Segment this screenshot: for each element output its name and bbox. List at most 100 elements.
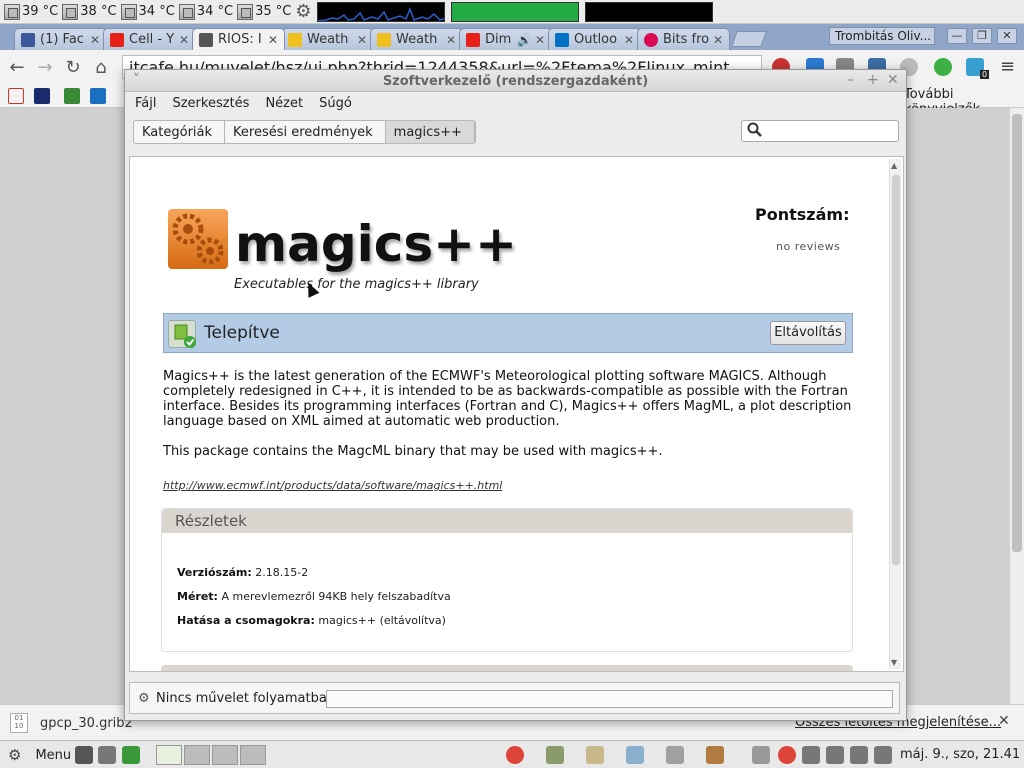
chip-icon: [4, 3, 20, 20]
screenshot-icon[interactable]: [666, 746, 684, 764]
gear-icon: ⚙: [138, 691, 150, 706]
chrome-icon[interactable]: [506, 746, 524, 764]
cpu-graph: [451, 1, 580, 22]
shield-icon[interactable]: [752, 746, 770, 764]
close-icon[interactable]: ✕: [179, 33, 189, 47]
close-icon[interactable]: ✕: [624, 33, 634, 47]
homepage-link[interactable]: http://www.ecmwf.int/products/data/softw…: [163, 479, 502, 492]
package-name: magics++: [235, 215, 517, 273]
close-window-icon[interactable]: ✕: [997, 28, 1017, 44]
bookmark-icon[interactable]: [8, 88, 24, 104]
scrollbar-thumb[interactable]: [1012, 114, 1022, 552]
ext-green-icon[interactable]: [934, 58, 952, 76]
menu-edit[interactable]: Szerkesztés: [172, 96, 249, 111]
tab-weather-2[interactable]: Weath ✕: [370, 28, 463, 50]
bookmark-icon[interactable]: [90, 88, 106, 104]
details-heading: Részletek: [162, 509, 852, 533]
menu-button[interactable]: ⚙ Menu: [8, 746, 71, 764]
close-icon[interactable]: ✕: [713, 33, 723, 47]
tab-label: Bits fro: [663, 32, 710, 47]
workspace-3[interactable]: [212, 745, 238, 765]
search-input[interactable]: [741, 120, 899, 142]
scroll-down-icon[interactable]: ▼: [891, 658, 897, 667]
minimize-icon[interactable]: –: [847, 72, 854, 88]
scroll-up-icon[interactable]: ▲: [891, 161, 897, 170]
network-icon[interactable]: [874, 746, 892, 764]
breadcrumb-categories[interactable]: Kategóriák: [134, 121, 226, 143]
menu-file[interactable]: Fájl: [135, 96, 156, 111]
bookmark-icon[interactable]: [64, 88, 80, 104]
chip-icon: [120, 3, 137, 20]
tab-outlook[interactable]: Outloo ✕: [548, 28, 641, 50]
detail-label: Hatása a csomagokra:: [177, 614, 315, 627]
terminal-icon[interactable]: [75, 746, 93, 764]
window-title: Szoftverkezelő (rendszergazdaként): [382, 74, 649, 89]
menu-view[interactable]: Nézet: [265, 96, 303, 111]
close-icon[interactable]: ✕: [998, 713, 1010, 729]
chip-icon: [178, 3, 195, 20]
tab-facebook[interactable]: (1) Fac ✕: [14, 28, 107, 50]
workspace-4[interactable]: [240, 745, 266, 765]
close-icon[interactable]: ✕: [535, 33, 545, 47]
bluetooth-icon[interactable]: [802, 746, 820, 764]
detail-version: Verziószám: 2.18.15-2: [177, 566, 308, 579]
update-icon[interactable]: [122, 746, 140, 764]
maximize-icon[interactable]: ❐: [972, 28, 992, 44]
folder-icon[interactable]: [546, 746, 564, 764]
score-label: Pontszám:: [755, 205, 850, 224]
remove-button[interactable]: Eltávolítás: [770, 321, 846, 345]
reload-icon[interactable]: ↻: [62, 57, 84, 78]
download-item[interactable]: 01 10 gpcp_30.grib2: [10, 713, 133, 733]
close-icon[interactable]: ✕: [357, 33, 367, 47]
install-status: Telepítve: [204, 323, 280, 343]
tab-debian[interactable]: Bits fro ✕: [637, 28, 730, 50]
breadcrumb-search-results[interactable]: Keresési eredmények: [225, 121, 386, 143]
temp-sensor-3: 34 °C: [120, 3, 175, 20]
chip-icon: [62, 3, 79, 20]
volume-icon[interactable]: [826, 746, 844, 764]
mem-graph: [585, 1, 714, 22]
debian-icon: [644, 32, 658, 47]
close-icon[interactable]: ✕: [887, 72, 899, 88]
close-icon[interactable]: ✕: [90, 33, 100, 47]
tab-youtube-dim[interactable]: Dim 🔊 ✕: [459, 28, 552, 50]
package-details: magics++ Executables for the magics++ li…: [129, 156, 904, 672]
detail-value: magics++ (eltávolítva): [318, 614, 446, 627]
image-viewer-icon[interactable]: [626, 746, 644, 764]
close-icon[interactable]: ✕: [268, 33, 278, 47]
tab-weather-1[interactable]: Weath ✕: [281, 28, 374, 50]
menu-help[interactable]: Súgó: [319, 96, 352, 111]
workspace-1[interactable]: [156, 745, 182, 765]
software-manager-icon[interactable]: [706, 746, 724, 764]
tab-youtube-cell[interactable]: Cell - Y ✕: [103, 28, 196, 50]
menu-icon[interactable]: ≡: [1000, 56, 1015, 77]
text-editor-icon[interactable]: [586, 746, 604, 764]
breadcrumb-package[interactable]: magics++: [385, 121, 475, 143]
tab-rios[interactable]: RIOS: I ✕: [192, 28, 285, 50]
page-scrollbar[interactable]: [1010, 108, 1024, 704]
content-scrollbar[interactable]: ▲ ▼: [889, 159, 901, 669]
workspace-2[interactable]: [184, 745, 210, 765]
software-manager-window: ˅ Szoftverkezelő (rendszergazdaként) – +…: [124, 69, 907, 721]
clock[interactable]: máj. 9., szo, 21.41: [900, 747, 1020, 762]
home-icon[interactable]: ⌂: [90, 57, 112, 78]
maximize-icon[interactable]: +: [867, 72, 879, 88]
forward-icon[interactable]: →: [34, 57, 56, 78]
calculator-icon[interactable]: [98, 746, 116, 764]
chrome-tray-icon[interactable]: [778, 746, 796, 764]
new-tab-button[interactable]: [731, 31, 767, 47]
back-icon[interactable]: ←: [6, 57, 28, 78]
breadcrumb: Kategóriák Keresési eredmények magics++: [133, 120, 476, 144]
install-status-bar: Telepítve Eltávolítás: [163, 313, 853, 353]
window-titlebar[interactable]: ˅ Szoftverkezelő (rendszergazdaként) – +…: [125, 70, 906, 92]
power-icon[interactable]: [850, 746, 868, 764]
temp-sensor-1: 39 °C: [4, 3, 58, 20]
operation-status: Nincs művelet folyamatban: [156, 691, 336, 706]
close-icon[interactable]: ✕: [446, 33, 456, 47]
scrollbar-thumb[interactable]: [892, 175, 900, 565]
gear-icon[interactable]: ⚙: [295, 1, 311, 22]
tab-label: RIOS: I: [218, 32, 262, 47]
bookmark-icon[interactable]: [34, 88, 50, 104]
minimize-icon[interactable]: —: [947, 28, 967, 44]
profile-button[interactable]: Trombitás Oliv...: [829, 27, 935, 45]
